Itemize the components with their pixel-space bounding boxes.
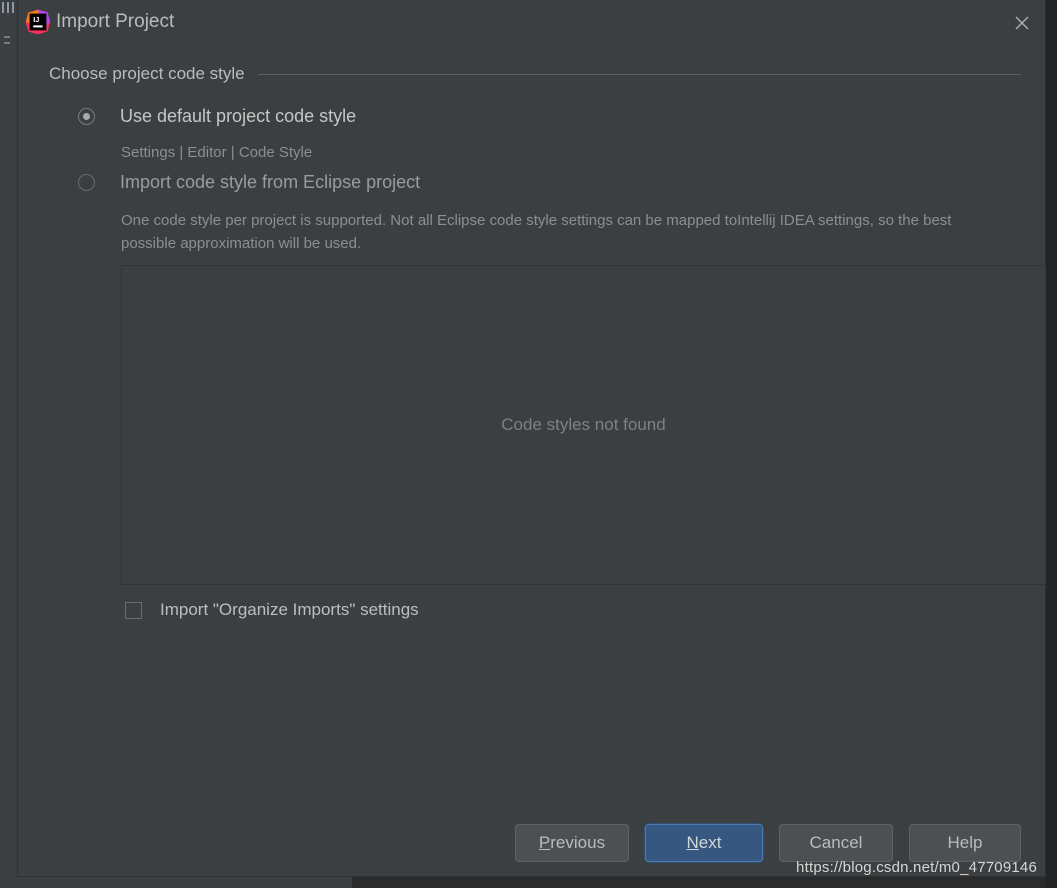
next-button[interactable]: Next bbox=[645, 824, 763, 862]
radio-icon-use-default[interactable] bbox=[78, 108, 95, 125]
radio-option-use-default[interactable]: Use default project code style bbox=[78, 104, 356, 128]
background-glyph bbox=[12, 2, 14, 13]
code-styles-list[interactable]: Code styles not found bbox=[121, 265, 1046, 585]
help-button-label: Help bbox=[947, 833, 983, 852]
previous-button-mnemonic: P bbox=[538, 833, 551, 852]
note-use-default: Settings | Editor | Code Style bbox=[121, 144, 313, 161]
previous-button[interactable]: Previous bbox=[515, 824, 629, 862]
background-glyph bbox=[7, 2, 9, 13]
background-glyph bbox=[4, 42, 10, 44]
background-glyph bbox=[4, 36, 10, 38]
intellij-idea-icon: IJ bbox=[25, 9, 51, 35]
group-header-rule bbox=[257, 73, 1021, 75]
next-button-mnemonic: N bbox=[686, 833, 699, 852]
organize-imports-label: Import "Organize Imports" settings bbox=[160, 600, 419, 619]
close-icon bbox=[1015, 16, 1029, 29]
dialog-titlebar: IJ Import Project bbox=[18, 0, 1045, 45]
radio-option-import-eclipse[interactable]: Import code style from Eclipse project bbox=[78, 170, 420, 194]
radio-icon-import-eclipse[interactable] bbox=[78, 174, 95, 191]
code-styles-empty-text: Code styles not found bbox=[501, 415, 666, 434]
background-glyph bbox=[2, 2, 4, 13]
radio-label-use-default: Use default project code style bbox=[120, 106, 357, 126]
dialog-button-bar: Previous Next Cancel Help bbox=[18, 824, 1045, 864]
background-left-strip bbox=[0, 0, 18, 888]
group-header-label: Choose project code style bbox=[49, 64, 245, 83]
cancel-button[interactable]: Cancel bbox=[779, 824, 893, 862]
dialog-title: Import Project bbox=[56, 11, 175, 32]
background-right-edge bbox=[1045, 0, 1057, 888]
svg-text:IJ: IJ bbox=[33, 15, 39, 24]
cancel-button-label: Cancel bbox=[809, 833, 863, 852]
next-button-label: ext bbox=[698, 833, 722, 852]
note-import-eclipse: One code style per project is supported.… bbox=[121, 212, 952, 252]
close-button[interactable] bbox=[999, 0, 1045, 45]
organize-imports-checkbox[interactable] bbox=[125, 601, 142, 619]
organize-imports-checkbox-row[interactable]: Import "Organize Imports" settings bbox=[125, 600, 419, 620]
import-project-dialog: IJ Import Project Choose project code st… bbox=[18, 0, 1046, 876]
watermark-text: https://blog.csdn.net/m0_47709146 bbox=[796, 859, 1037, 876]
help-button[interactable]: Help bbox=[909, 824, 1021, 862]
radio-label-import-eclipse: Import code style from Eclipse project bbox=[120, 172, 421, 192]
previous-button-label: revious bbox=[550, 833, 606, 852]
group-header: Choose project code style bbox=[49, 63, 1021, 85]
